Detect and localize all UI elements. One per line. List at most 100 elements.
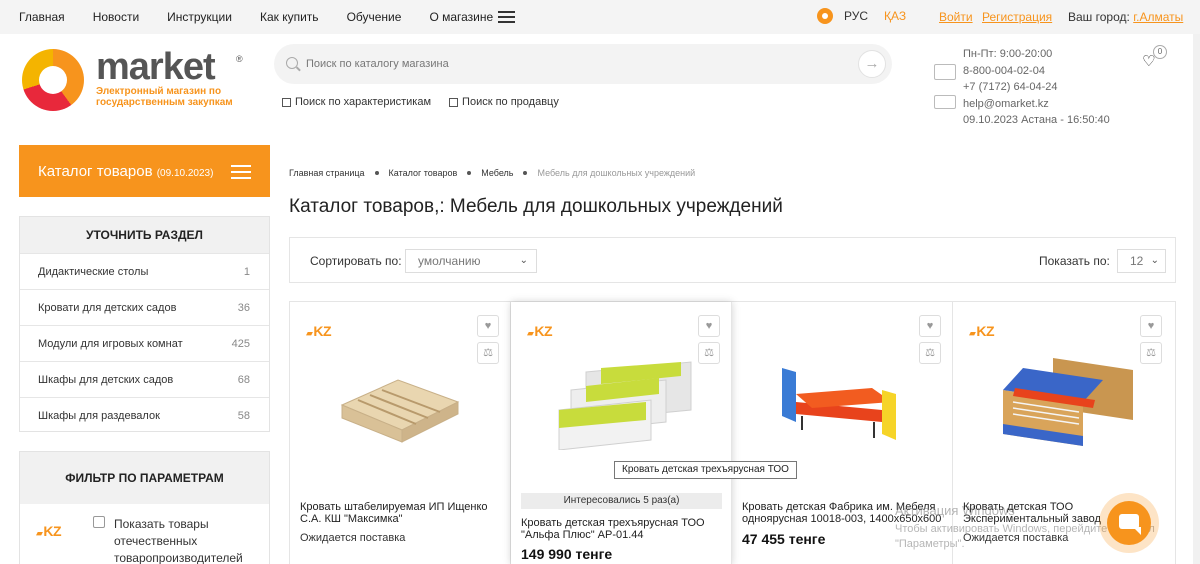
product-image[interactable] xyxy=(983,350,1143,450)
checkbox-icon[interactable] xyxy=(282,97,291,107)
working-hours: Пн-Пт: 9:00-20:00 xyxy=(963,48,1053,60)
breadcrumb-separator xyxy=(523,171,528,175)
breadcrumb-furniture[interactable]: Мебель xyxy=(481,168,513,178)
compare-scales-icon[interactable]: ⚖ xyxy=(919,342,941,364)
login-link[interactable]: Войти xyxy=(939,10,973,24)
phone-1[interactable]: 8-800-004-02-04 xyxy=(963,63,1110,80)
breadcrumb-current: Мебель для дошкольных учреждений xyxy=(537,168,696,178)
compare-scales-icon[interactable]: ⚖ xyxy=(1140,342,1162,364)
top-nav: Главная Новости Инструкции Как купить Об… xyxy=(0,0,1200,34)
kz-badge-label: KZ xyxy=(36,523,61,539)
favorite-heart-icon[interactable]: ♥ xyxy=(1140,315,1162,337)
product-image[interactable] xyxy=(762,350,922,450)
refine-section-panel: УТОЧНИТЬ РАЗДЕЛ Дидактические столы 1 Кро… xyxy=(19,216,270,432)
search-icon xyxy=(286,57,298,69)
menu-icon[interactable] xyxy=(498,11,515,23)
nav-link-news[interactable]: Новости xyxy=(93,10,139,24)
chat-bubble-icon xyxy=(1107,501,1151,545)
logo-wordmark[interactable]: market xyxy=(96,46,216,89)
product-card[interactable]: KZ ♥ ⚖ Интересовались 5 раз(а) Кровать д… xyxy=(511,302,732,564)
domestic-producers-checkbox[interactable] xyxy=(93,516,105,528)
section-item-count: 36 xyxy=(237,302,250,314)
chevron-down-icon: ⌄ xyxy=(519,255,528,266)
product-price: 47 455 тенге xyxy=(742,531,826,547)
kz-badge-icon: KZ xyxy=(30,516,66,546)
section-item[interactable]: Шкафы для раздевалок 58 xyxy=(20,397,269,433)
phone-2[interactable]: +7 (7172) 64-04-24 xyxy=(963,79,1110,96)
product-card[interactable]: KZ ♥ ⚖ Кровать штабелируемая ИП Ищенко С… xyxy=(290,302,511,564)
section-item[interactable]: Кровати для детских садов 36 xyxy=(20,289,269,325)
chevron-down-icon: ⌄ xyxy=(1150,255,1159,266)
product-image[interactable] xyxy=(320,350,480,450)
breadcrumb-catalog[interactable]: Каталог товаров xyxy=(389,168,458,178)
section-item[interactable]: Дидактические столы 1 xyxy=(20,253,269,289)
nav-link-instructions[interactable]: Инструкции xyxy=(167,10,232,24)
product-status: Ожидается поставка xyxy=(300,532,406,544)
search-input[interactable] xyxy=(306,52,846,76)
product-card[interactable]: ♥ ⚖ Кровать детская Фабрика им. Мебеля о… xyxy=(732,302,953,564)
favorite-heart-icon[interactable]: ♥ xyxy=(477,315,499,337)
catalog-menu-icon xyxy=(231,165,251,183)
search-by-attributes-option[interactable]: Поиск по характеристикам xyxy=(282,96,431,108)
accessibility-eye-icon[interactable] xyxy=(817,8,833,24)
section-item-count: 1 xyxy=(243,266,250,278)
catalog-date: (09.10.2023) xyxy=(156,168,214,179)
section-item[interactable]: Шкафы для детских садов 68 xyxy=(20,361,269,397)
nav-link-training[interactable]: Обучение xyxy=(347,10,402,24)
compare-scales-icon[interactable]: ⚖ xyxy=(698,342,720,364)
page-scrollbar[interactable] xyxy=(1193,34,1200,564)
section-item-name: Шкафы для раздевалок xyxy=(38,410,160,422)
lang-kz-button[interactable]: ҚАЗ xyxy=(884,9,906,23)
nav-link-how-to-buy[interactable]: Как купить xyxy=(260,10,319,24)
phone-icon xyxy=(934,64,956,80)
catalog-title: Каталог товаров xyxy=(38,163,153,180)
product-status: Ожидается поставка xyxy=(963,532,1069,544)
show-per-page-label: Показать по: xyxy=(1039,254,1110,268)
refine-section-title: УТОЧНИТЬ РАЗДЕЛ xyxy=(20,217,269,253)
sort-select[interactable]: умолчанию ⌄ xyxy=(405,249,537,273)
nav-link-about[interactable]: О магазине xyxy=(429,10,493,24)
sort-value: умолчанию xyxy=(418,254,481,268)
product-name[interactable]: Кровать штабелируемая ИП Ищенко С.А. КШ … xyxy=(300,501,505,525)
section-item[interactable]: Модули для игровых комнат 425 xyxy=(20,325,269,361)
search-submit-button[interactable]: → xyxy=(858,50,886,78)
checkbox-icon[interactable] xyxy=(449,97,459,107)
search-by-seller-option[interactable]: Поиск по продавцу xyxy=(449,96,559,108)
product-image[interactable] xyxy=(541,350,701,450)
email[interactable]: help@omarket.kz xyxy=(963,96,1110,113)
search-by-seller-label: Поиск по продавцу xyxy=(462,96,559,108)
mail-icon xyxy=(934,95,956,109)
sort-bar: Сортировать по: умолчанию ⌄ Показать по: … xyxy=(289,237,1176,283)
nav-link-home[interactable]: Главная xyxy=(19,10,65,24)
product-price: 149 990 тенге xyxy=(521,546,613,562)
breadcrumb-home[interactable]: Главная страница xyxy=(289,168,365,178)
city-link[interactable]: г.Алматы xyxy=(1133,10,1183,24)
lang-ru-button[interactable]: РУС xyxy=(844,9,868,23)
search-options: Поиск по характеристикам Поиск по продав… xyxy=(282,96,577,108)
breadcrumb-separator xyxy=(374,171,379,175)
per-page-value: 12 xyxy=(1130,254,1144,268)
register-link[interactable]: Регистрация xyxy=(982,10,1052,24)
contacts-block: Пн-Пт: 9:00-20:00 8-800-004-02-04 +7 (71… xyxy=(963,46,1110,129)
favorite-heart-icon[interactable]: ♥ xyxy=(698,315,720,337)
search-by-attributes-label: Поиск по характеристикам xyxy=(295,96,432,108)
compare-scales-icon[interactable]: ⚖ xyxy=(477,342,499,364)
kz-badge-label: KZ xyxy=(306,323,331,339)
favorites-count-badge: 0 xyxy=(1153,45,1167,59)
interest-badge: Интересовались 5 раз(а) xyxy=(521,493,722,509)
favorite-heart-icon[interactable]: ♥ xyxy=(919,315,941,337)
logo-icon[interactable] xyxy=(22,49,84,111)
per-page-select[interactable]: 12 ⌄ xyxy=(1117,249,1166,273)
chat-widget-button[interactable] xyxy=(1099,493,1159,553)
domestic-producers-label[interactable]: Показать товары отечественных товаропрои… xyxy=(114,516,254,564)
catalog-button[interactable]: Каталог товаров (09.10.2023) xyxy=(19,145,270,197)
catalog-button-label: Каталог товаров (09.10.2023) xyxy=(38,163,213,180)
breadcrumb-separator xyxy=(467,171,472,175)
kz-badge-icon: KZ xyxy=(300,316,336,346)
filter-body: KZ Показать товары отечественных товароп… xyxy=(20,504,269,564)
city-selector: Ваш город: г.Алматы xyxy=(1068,10,1183,24)
product-name[interactable]: Кровать детская трехъярусная ТОО "Альфа … xyxy=(521,517,726,541)
section-item-name: Дидактические столы xyxy=(38,266,149,278)
breadcrumb: Главная страница Каталог товаров Мебель … xyxy=(289,168,695,178)
product-name[interactable]: Кровать детская Фабрика им. Мебеля одноя… xyxy=(742,501,947,525)
